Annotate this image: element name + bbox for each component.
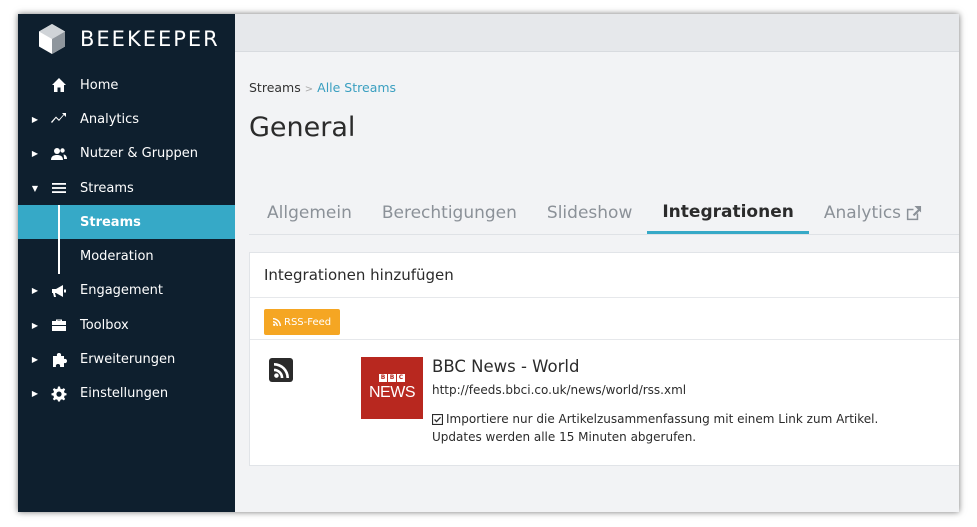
tab-allgemein[interactable]: Allgemein <box>249 192 367 234</box>
integrations-heading: Integrationen hinzufügen <box>250 253 959 298</box>
sidebar-item-home[interactable]: Home <box>18 68 235 102</box>
toolbox-icon <box>50 316 68 334</box>
caret-right-icon: ▶ <box>31 355 39 365</box>
caret-right-icon: ▶ <box>31 320 39 330</box>
beekeeper-logo-icon <box>39 24 65 54</box>
caret-right-icon: ▶ <box>31 286 39 296</box>
sidebar-item-engagement[interactable]: ▶ Engagement <box>18 274 235 308</box>
tab-analytics-label: Analytics <box>823 203 902 223</box>
megaphone-icon <box>50 282 68 300</box>
page-title: General <box>249 112 356 143</box>
app-window: BEEKEEPER Home ▶ Analytics ▶ Nutzer & Gr… <box>18 14 959 512</box>
sidebar-subitem-label: Moderation <box>80 249 154 265</box>
caret-right-icon: ▶ <box>31 389 39 399</box>
home-icon <box>50 76 68 94</box>
sidebar-item-label: Einstellungen <box>80 386 169 402</box>
rss-feed-icon <box>269 358 293 382</box>
breadcrumb-root[interactable]: Streams <box>249 80 301 95</box>
sidebar-item-analytics[interactable]: ▶ Analytics <box>18 102 235 136</box>
add-rss-feed-label: RSS-Feed <box>284 316 332 328</box>
logo[interactable]: BEEKEEPER <box>38 20 220 58</box>
feed-note-text: Importiere nur die Artikelzusammenfassun… <box>446 412 879 426</box>
sidebar-item-label: Engagement <box>80 283 163 299</box>
bbc-logo: B B C <box>379 374 405 382</box>
feed-url: http://feeds.bbci.co.uk/news/world/rss.x… <box>432 383 687 397</box>
sidebar-item-label: Home <box>80 77 119 93</box>
sidebar-item-extensions[interactable]: ▶ Erweiterungen <box>18 342 235 376</box>
brand-name: BEEKEEPER <box>80 27 220 51</box>
analytics-icon <box>50 110 68 128</box>
feed-title: BBC News - World <box>432 357 580 376</box>
tab-berechtigungen[interactable]: Berechtigungen <box>367 192 532 234</box>
sidebar-item-toolbox[interactable]: ▶ Toolbox <box>18 308 235 342</box>
sidebar-subitem-streams[interactable]: Streams <box>18 205 235 240</box>
divider <box>250 339 959 340</box>
subnav-line <box>58 239 60 274</box>
tab-bar: Allgemein Berechtigungen Slideshow Integ… <box>249 192 959 235</box>
list-icon <box>50 179 68 197</box>
subnav-line <box>58 205 60 240</box>
breadcrumb-separator: > <box>304 84 314 95</box>
checkbox-checked-icon <box>432 413 443 425</box>
add-rss-feed-button[interactable]: RSS-Feed <box>264 309 341 335</box>
caret-right-icon: ▶ <box>31 149 39 159</box>
sidebar: BEEKEEPER Home ▶ Analytics ▶ Nutzer & Gr… <box>18 14 235 512</box>
sidebar-subitem-moderation[interactable]: Moderation <box>18 239 235 274</box>
puzzle-icon <box>50 351 68 369</box>
feed-thumbnail: B B C NEWS <box>361 357 423 419</box>
bbc-letter: B <box>388 374 396 382</box>
bbc-news-text: NEWS <box>369 384 416 401</box>
sidebar-item-settings[interactable]: ▶ Einstellungen <box>18 377 235 411</box>
sidebar-item-label: Analytics <box>80 111 140 127</box>
breadcrumb-current[interactable]: Alle Streams <box>317 80 396 95</box>
bbc-letter: B <box>379 374 387 382</box>
sidebar-subitem-label: Streams <box>80 214 141 230</box>
sidebar-item-label: Streams <box>80 180 134 196</box>
gear-icon <box>50 385 68 403</box>
integrations-panel: Integrationen hinzufügen RSS-Feed B B C … <box>249 252 959 466</box>
external-link-icon <box>906 205 922 220</box>
tab-slideshow[interactable]: Slideshow <box>532 192 647 234</box>
sidebar-item-users[interactable]: ▶ Nutzer & Gruppen <box>18 137 235 171</box>
sidebar-item-streams[interactable]: ▼ Streams <box>18 171 235 205</box>
sidebar-item-label: Erweiterungen <box>80 352 176 368</box>
feed-update-note: Updates werden alle 15 Minuten abgerufen… <box>432 430 697 444</box>
sidebar-item-label: Toolbox <box>80 317 129 333</box>
caret-down-icon: ▼ <box>31 183 39 193</box>
feed-import-note: Importiere nur die Artikelzusammenfassun… <box>432 409 878 429</box>
breadcrumb: Streams > Alle Streams <box>249 80 396 95</box>
tab-integrationen[interactable]: Integrationen <box>647 192 809 234</box>
sidebar-item-label: Nutzer & Gruppen <box>80 146 199 162</box>
bbc-letter: C <box>397 374 405 382</box>
caret-right-icon: ▶ <box>31 114 39 124</box>
top-bar <box>235 14 959 52</box>
users-icon <box>50 145 68 163</box>
rss-icon <box>273 318 281 326</box>
tab-analytics[interactable]: Analytics <box>809 192 937 234</box>
sidebar-nav: Home ▶ Analytics ▶ Nutzer & Gruppen ▼ St… <box>18 68 235 411</box>
main-content: Streams > Alle Streams General Allgemein B… <box>235 52 959 512</box>
